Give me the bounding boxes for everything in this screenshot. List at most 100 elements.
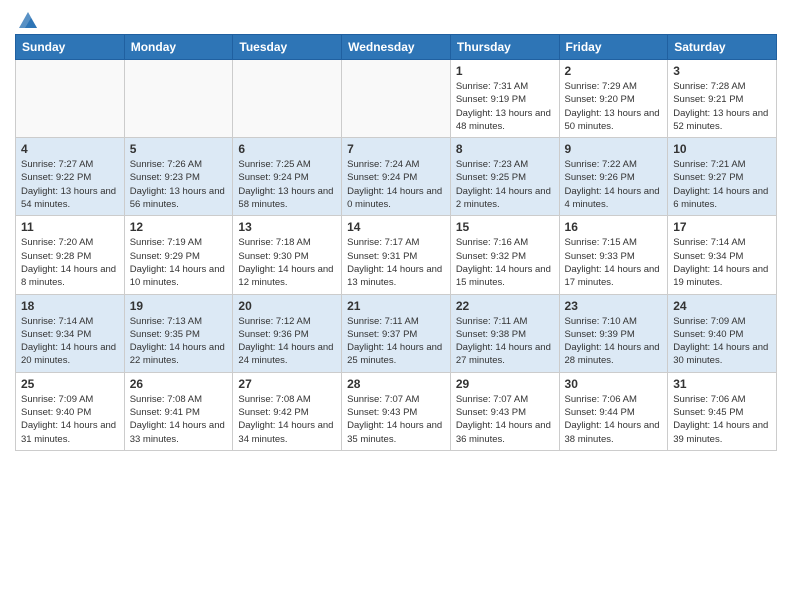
- calendar-day-cell: 8 Sunrise: 7:23 AMSunset: 9:25 PMDayligh…: [450, 138, 559, 216]
- day-info: Sunrise: 7:11 AMSunset: 9:38 PMDaylight:…: [456, 316, 551, 367]
- day-info: Sunrise: 7:28 AMSunset: 9:21 PMDaylight:…: [673, 81, 768, 132]
- day-number: 25: [21, 377, 119, 391]
- day-info: Sunrise: 7:26 AMSunset: 9:23 PMDaylight:…: [130, 159, 225, 210]
- day-info: Sunrise: 7:24 AMSunset: 9:24 PMDaylight:…: [347, 159, 442, 210]
- day-number: 2: [565, 64, 663, 78]
- calendar-week-row: 11 Sunrise: 7:20 AMSunset: 9:28 PMDaylig…: [16, 216, 777, 294]
- calendar-day-cell: 15 Sunrise: 7:16 AMSunset: 9:32 PMDaylig…: [450, 216, 559, 294]
- logo: [15, 10, 41, 26]
- calendar-header-friday: Friday: [559, 35, 668, 60]
- day-info: Sunrise: 7:07 AMSunset: 9:43 PMDaylight:…: [456, 394, 551, 445]
- calendar-day-cell: 29 Sunrise: 7:07 AMSunset: 9:43 PMDaylig…: [450, 372, 559, 450]
- day-number: 27: [238, 377, 336, 391]
- day-info: Sunrise: 7:25 AMSunset: 9:24 PMDaylight:…: [238, 159, 333, 210]
- calendar-day-cell: 27 Sunrise: 7:08 AMSunset: 9:42 PMDaylig…: [233, 372, 342, 450]
- day-number: 20: [238, 299, 336, 313]
- day-info: Sunrise: 7:06 AMSunset: 9:44 PMDaylight:…: [565, 394, 660, 445]
- page-container: SundayMondayTuesdayWednesdayThursdayFrid…: [0, 0, 792, 461]
- day-info: Sunrise: 7:14 AMSunset: 9:34 PMDaylight:…: [21, 316, 116, 367]
- day-info: Sunrise: 7:10 AMSunset: 9:39 PMDaylight:…: [565, 316, 660, 367]
- day-number: 13: [238, 220, 336, 234]
- day-number: 31: [673, 377, 771, 391]
- day-info: Sunrise: 7:18 AMSunset: 9:30 PMDaylight:…: [238, 237, 333, 288]
- day-number: 11: [21, 220, 119, 234]
- calendar-day-cell: 30 Sunrise: 7:06 AMSunset: 9:44 PMDaylig…: [559, 372, 668, 450]
- day-info: Sunrise: 7:09 AMSunset: 9:40 PMDaylight:…: [673, 316, 768, 367]
- day-info: Sunrise: 7:17 AMSunset: 9:31 PMDaylight:…: [347, 237, 442, 288]
- calendar-day-cell: 20 Sunrise: 7:12 AMSunset: 9:36 PMDaylig…: [233, 294, 342, 372]
- calendar-header-thursday: Thursday: [450, 35, 559, 60]
- calendar-day-cell: 4 Sunrise: 7:27 AMSunset: 9:22 PMDayligh…: [16, 138, 125, 216]
- calendar-day-cell: 2 Sunrise: 7:29 AMSunset: 9:20 PMDayligh…: [559, 60, 668, 138]
- day-info: Sunrise: 7:23 AMSunset: 9:25 PMDaylight:…: [456, 159, 551, 210]
- calendar-day-cell: [233, 60, 342, 138]
- calendar-day-cell: 24 Sunrise: 7:09 AMSunset: 9:40 PMDaylig…: [668, 294, 777, 372]
- calendar-day-cell: 19 Sunrise: 7:13 AMSunset: 9:35 PMDaylig…: [124, 294, 233, 372]
- calendar-day-cell: [16, 60, 125, 138]
- calendar-day-cell: [124, 60, 233, 138]
- calendar-day-cell: 3 Sunrise: 7:28 AMSunset: 9:21 PMDayligh…: [668, 60, 777, 138]
- day-info: Sunrise: 7:09 AMSunset: 9:40 PMDaylight:…: [21, 394, 116, 445]
- day-info: Sunrise: 7:22 AMSunset: 9:26 PMDaylight:…: [565, 159, 660, 210]
- calendar-day-cell: 28 Sunrise: 7:07 AMSunset: 9:43 PMDaylig…: [342, 372, 451, 450]
- calendar-day-cell: [342, 60, 451, 138]
- day-info: Sunrise: 7:08 AMSunset: 9:42 PMDaylight:…: [238, 394, 333, 445]
- day-number: 29: [456, 377, 554, 391]
- calendar-header-row: SundayMondayTuesdayWednesdayThursdayFrid…: [16, 35, 777, 60]
- day-number: 7: [347, 142, 445, 156]
- calendar-day-cell: 25 Sunrise: 7:09 AMSunset: 9:40 PMDaylig…: [16, 372, 125, 450]
- calendar-day-cell: 9 Sunrise: 7:22 AMSunset: 9:26 PMDayligh…: [559, 138, 668, 216]
- calendar-day-cell: 16 Sunrise: 7:15 AMSunset: 9:33 PMDaylig…: [559, 216, 668, 294]
- day-info: Sunrise: 7:16 AMSunset: 9:32 PMDaylight:…: [456, 237, 551, 288]
- calendar-day-cell: 12 Sunrise: 7:19 AMSunset: 9:29 PMDaylig…: [124, 216, 233, 294]
- day-number: 3: [673, 64, 771, 78]
- calendar-day-cell: 22 Sunrise: 7:11 AMSunset: 9:38 PMDaylig…: [450, 294, 559, 372]
- day-number: 24: [673, 299, 771, 313]
- day-info: Sunrise: 7:12 AMSunset: 9:36 PMDaylight:…: [238, 316, 333, 367]
- day-number: 5: [130, 142, 228, 156]
- calendar-day-cell: 23 Sunrise: 7:10 AMSunset: 9:39 PMDaylig…: [559, 294, 668, 372]
- calendar-day-cell: 17 Sunrise: 7:14 AMSunset: 9:34 PMDaylig…: [668, 216, 777, 294]
- calendar-day-cell: 10 Sunrise: 7:21 AMSunset: 9:27 PMDaylig…: [668, 138, 777, 216]
- calendar-week-row: 18 Sunrise: 7:14 AMSunset: 9:34 PMDaylig…: [16, 294, 777, 372]
- calendar-header-sunday: Sunday: [16, 35, 125, 60]
- day-number: 14: [347, 220, 445, 234]
- day-info: Sunrise: 7:27 AMSunset: 9:22 PMDaylight:…: [21, 159, 116, 210]
- calendar-day-cell: 14 Sunrise: 7:17 AMSunset: 9:31 PMDaylig…: [342, 216, 451, 294]
- day-info: Sunrise: 7:31 AMSunset: 9:19 PMDaylight:…: [456, 81, 551, 132]
- calendar-day-cell: 5 Sunrise: 7:26 AMSunset: 9:23 PMDayligh…: [124, 138, 233, 216]
- calendar-day-cell: 13 Sunrise: 7:18 AMSunset: 9:30 PMDaylig…: [233, 216, 342, 294]
- calendar-header-monday: Monday: [124, 35, 233, 60]
- header: [15, 10, 777, 26]
- day-number: 9: [565, 142, 663, 156]
- calendar-header-saturday: Saturday: [668, 35, 777, 60]
- day-number: 28: [347, 377, 445, 391]
- day-info: Sunrise: 7:11 AMSunset: 9:37 PMDaylight:…: [347, 316, 442, 367]
- day-number: 22: [456, 299, 554, 313]
- day-info: Sunrise: 7:07 AMSunset: 9:43 PMDaylight:…: [347, 394, 442, 445]
- day-number: 10: [673, 142, 771, 156]
- calendar-day-cell: 11 Sunrise: 7:20 AMSunset: 9:28 PMDaylig…: [16, 216, 125, 294]
- day-info: Sunrise: 7:13 AMSunset: 9:35 PMDaylight:…: [130, 316, 225, 367]
- day-info: Sunrise: 7:14 AMSunset: 9:34 PMDaylight:…: [673, 237, 768, 288]
- day-number: 12: [130, 220, 228, 234]
- calendar-header-tuesday: Tuesday: [233, 35, 342, 60]
- day-info: Sunrise: 7:21 AMSunset: 9:27 PMDaylight:…: [673, 159, 768, 210]
- day-number: 16: [565, 220, 663, 234]
- day-number: 15: [456, 220, 554, 234]
- day-number: 21: [347, 299, 445, 313]
- day-number: 8: [456, 142, 554, 156]
- day-number: 1: [456, 64, 554, 78]
- calendar-day-cell: 26 Sunrise: 7:08 AMSunset: 9:41 PMDaylig…: [124, 372, 233, 450]
- day-info: Sunrise: 7:29 AMSunset: 9:20 PMDaylight:…: [565, 81, 660, 132]
- logo-icon: [17, 10, 39, 30]
- day-info: Sunrise: 7:15 AMSunset: 9:33 PMDaylight:…: [565, 237, 660, 288]
- calendar-day-cell: 21 Sunrise: 7:11 AMSunset: 9:37 PMDaylig…: [342, 294, 451, 372]
- calendar-week-row: 1 Sunrise: 7:31 AMSunset: 9:19 PMDayligh…: [16, 60, 777, 138]
- day-number: 6: [238, 142, 336, 156]
- calendar-week-row: 25 Sunrise: 7:09 AMSunset: 9:40 PMDaylig…: [16, 372, 777, 450]
- day-info: Sunrise: 7:06 AMSunset: 9:45 PMDaylight:…: [673, 394, 768, 445]
- day-number: 18: [21, 299, 119, 313]
- day-info: Sunrise: 7:20 AMSunset: 9:28 PMDaylight:…: [21, 237, 116, 288]
- calendar-day-cell: 7 Sunrise: 7:24 AMSunset: 9:24 PMDayligh…: [342, 138, 451, 216]
